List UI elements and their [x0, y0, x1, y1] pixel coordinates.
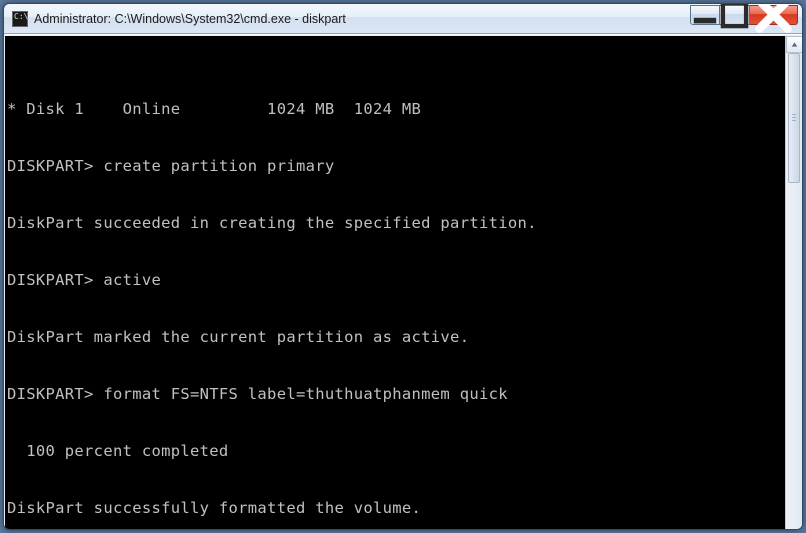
- console-line: [7, 181, 781, 210]
- console-line: [7, 409, 781, 438]
- vertical-scrollbar[interactable]: [785, 36, 802, 530]
- console-line: DiskPart successfully formatted the volu…: [7, 494, 781, 523]
- console-line: DiskPart marked the current partition as…: [7, 323, 781, 352]
- console-line: [7, 238, 781, 267]
- console-output[interactable]: * Disk 1 Online 1024 MB 1024 MB DISKPART>…: [5, 36, 785, 530]
- close-button[interactable]: [750, 5, 798, 25]
- minimize-button[interactable]: [690, 5, 720, 25]
- scroll-up-button[interactable]: [786, 36, 803, 53]
- console-line: DISKPART> format FS=NTFS label=thuthuatp…: [7, 380, 781, 409]
- console-window: Administrator: C:\Windows\System32\cmd.e…: [3, 3, 803, 530]
- console-line: * Disk 1 Online 1024 MB 1024 MB: [7, 95, 781, 124]
- vscroll-track[interactable]: [786, 53, 802, 530]
- titlebar[interactable]: Administrator: C:\Windows\System32\cmd.e…: [4, 4, 802, 34]
- console-line: [7, 295, 781, 324]
- console-line: [7, 352, 781, 381]
- console-line: 100 percent completed: [7, 437, 781, 466]
- console-line: DISKPART> active: [7, 266, 781, 295]
- vscroll-thumb[interactable]: [788, 53, 800, 183]
- window-title: Administrator: C:\Windows\System32\cmd.e…: [34, 12, 690, 26]
- window-controls: [690, 5, 798, 25]
- console-line: DiskPart succeeded in creating the speci…: [7, 209, 781, 238]
- client-area: * Disk 1 Online 1024 MB 1024 MB DISKPART>…: [4, 34, 802, 530]
- console-line: [7, 523, 781, 531]
- cmd-icon: [12, 11, 28, 27]
- maximize-button[interactable]: [720, 5, 750, 25]
- console-line: [7, 124, 781, 153]
- console-line: DISKPART> create partition primary: [7, 152, 781, 181]
- console-line: [7, 466, 781, 495]
